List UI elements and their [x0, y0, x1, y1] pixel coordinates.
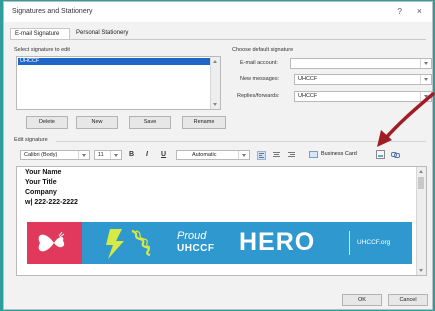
annotation-arrow-icon	[377, 92, 435, 147]
